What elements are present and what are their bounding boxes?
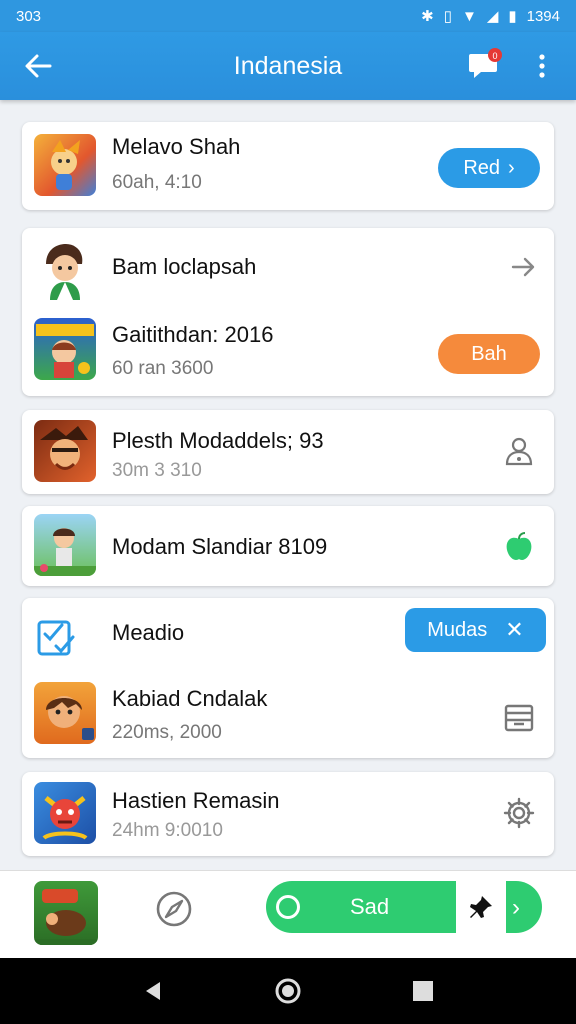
app-thumbnail <box>34 420 96 482</box>
gear-icon[interactable] <box>502 796 536 830</box>
list-item[interactable]: Kabiad Cndalak 220ms, 2000 <box>22 670 554 758</box>
mudas-button[interactable]: Mudas ✕ <box>405 608 546 652</box>
list-item[interactable]: Melavo Shah 60ah, 4:10 Red › <box>22 122 554 210</box>
item-subtitle: 30m 3 310 <box>112 460 202 481</box>
green-apple-icon[interactable] <box>502 530 536 564</box>
app-bar: Indanesia 0 <box>0 32 576 100</box>
app-thumbnail <box>34 134 96 196</box>
status-icons: ✱ ▯ ▼ ◢ ▮ 1394 <box>421 7 560 26</box>
nav-recent-icon[interactable] <box>412 980 434 1002</box>
bluetooth-icon: ✱ <box>421 8 434 25</box>
compass-icon[interactable] <box>154 889 194 929</box>
item-title: Gaitithdan: 2016 <box>112 322 274 347</box>
app-thumbnail <box>34 318 96 380</box>
list-item[interactable]: Modam Slandiar 8109 <box>22 506 554 586</box>
red-button[interactable]: Red › <box>438 148 540 188</box>
app-thumbnail[interactable] <box>34 881 98 945</box>
status-bar: 303 ✱ ▯ ▼ ◢ ▮ 1394 <box>0 0 576 32</box>
status-clock: 1394 <box>526 7 560 25</box>
chevron-right-icon: › <box>508 156 515 179</box>
item-title: Melavo Shah <box>112 134 241 159</box>
mudas-button-label: Mudas <box>427 618 488 641</box>
item-subtitle: 24hm 9:0010 <box>112 820 223 841</box>
item-title: Modam Slandiar 8109 <box>112 534 328 559</box>
chat-icon[interactable]: 0 <box>468 48 502 82</box>
status-time: 303 <box>16 7 42 25</box>
system-nav-bar <box>0 958 576 1024</box>
item-title: Bam loclapsah <box>112 254 257 279</box>
bah-button-label: Bah <box>471 342 507 365</box>
item-subtitle: 60ah, 4:10 <box>112 172 202 193</box>
arrow-right-icon[interactable] <box>506 250 540 284</box>
vibrate-icon: ▯ <box>443 8 452 25</box>
item-subtitle: 60 ran 3600 <box>112 358 214 379</box>
app-thumbnail <box>34 782 96 844</box>
bah-button[interactable]: Bah <box>438 334 540 374</box>
sad-action-label: Sad <box>350 894 390 919</box>
item-title: Meadio <box>112 620 185 645</box>
checklist-icon <box>37 620 75 656</box>
item-title: Hastien Remasin <box>112 788 280 813</box>
app-thumbnail <box>34 682 96 744</box>
list-item[interactable]: Bam loclapsah <box>22 228 554 308</box>
chevron-right-icon[interactable]: › <box>512 894 520 922</box>
pin-icon[interactable] <box>456 881 506 933</box>
wifi-icon: ▼ <box>461 7 477 25</box>
item-title: Kabiad Cndalak <box>112 686 268 711</box>
list-card: Hastien Remasin 24hm 9:0010 <box>22 772 554 856</box>
person-icon[interactable] <box>502 434 536 468</box>
list-item[interactable]: Gaitithdan: 2016 60 ran 3600 Bah <box>22 308 554 396</box>
list-card: Plesth Modaddels; 93 30m 3 310 <box>22 410 554 494</box>
item-title: Plesth Modaddels; 93 <box>112 428 324 453</box>
nav-home-icon[interactable] <box>275 978 301 1004</box>
app-thumbnail <box>34 514 96 576</box>
radio-circle-icon <box>276 895 300 919</box>
close-icon[interactable]: ✕ <box>505 617 523 643</box>
list-card: Melavo Shah 60ah, 4:10 Red › <box>22 122 554 210</box>
signal-icon: ◢ <box>486 8 499 25</box>
tray-icon[interactable] <box>502 700 536 734</box>
bottom-bar: Sad › <box>0 870 576 958</box>
battery-icon: ▮ <box>508 8 517 25</box>
sad-action-button[interactable]: Sad › <box>266 881 542 933</box>
list-item[interactable]: Plesth Modaddels; 93 30m 3 310 <box>22 410 554 494</box>
red-button-label: Red <box>463 156 501 179</box>
item-subtitle: 220ms, 2000 <box>112 722 222 743</box>
list-item[interactable]: Meadio Mudas ✕ <box>22 598 554 670</box>
list-item[interactable]: Hastien Remasin 24hm 9:0010 <box>22 772 554 856</box>
avatar <box>34 238 96 300</box>
list-card: Bam loclapsah Gaitithdan: 2016 60 ran 36… <box>22 228 554 396</box>
list-card: Meadio Mudas ✕ Kabiad Cndalak 220ms, 200… <box>22 598 554 758</box>
nav-back-icon[interactable] <box>142 980 164 1002</box>
more-vert-icon[interactable] <box>530 52 554 80</box>
chat-badge: 0 <box>492 51 497 61</box>
list-card: Modam Slandiar 8109 <box>22 506 554 586</box>
